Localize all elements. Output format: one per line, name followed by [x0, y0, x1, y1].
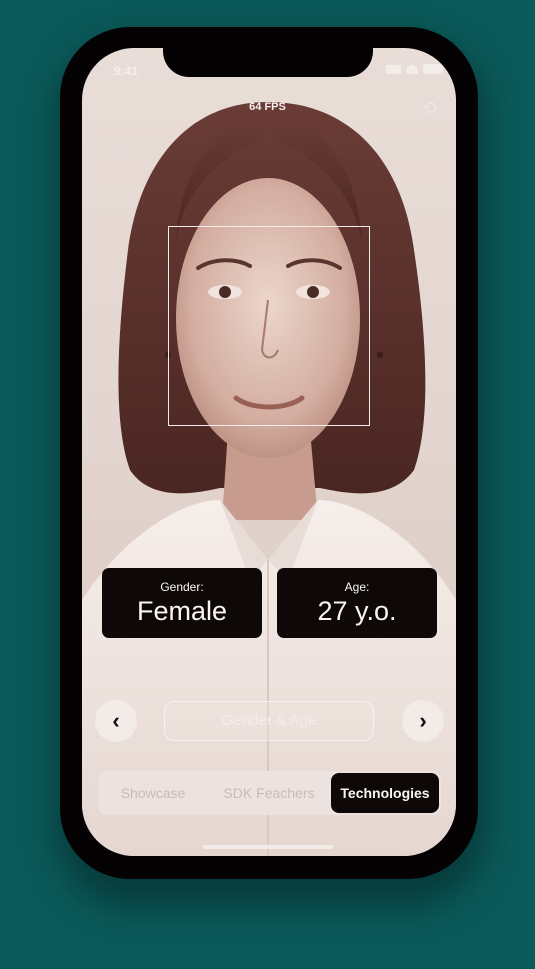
battery-icon	[423, 64, 443, 74]
tab-bar: Showcase SDK Feachers Technologies	[98, 771, 441, 815]
stage: 9:41 64 FPS ⟲ Gender: Female Age: 27 y.o…	[0, 0, 535, 969]
gender-label: Gender:	[160, 580, 204, 594]
gender-card: Gender: Female	[102, 568, 262, 638]
tab-sdk-features[interactable]: SDK Feachers	[208, 771, 330, 815]
previous-mode-button[interactable]: ‹	[95, 700, 137, 742]
gender-value: Female	[136, 596, 228, 626]
chevron-right-icon: ›	[419, 708, 427, 733]
status-time: 9:41	[114, 64, 139, 78]
signal-icon	[386, 64, 401, 74]
wifi-icon	[406, 64, 418, 74]
tab-showcase[interactable]: Showcase	[98, 771, 208, 815]
camera-switch-icon[interactable]: ⟲	[418, 95, 440, 121]
fps-counter: 64 FPS	[249, 101, 286, 113]
age-label: Age:	[344, 580, 370, 594]
age-value: 27 y.o.	[317, 596, 397, 626]
tab-technologies[interactable]: Technologies	[331, 773, 439, 813]
portrait-image	[82, 102, 456, 856]
notch	[163, 27, 373, 77]
chevron-left-icon: ‹	[112, 708, 120, 733]
mode-selector[interactable]: Gender & Age	[164, 701, 374, 741]
home-indicator	[203, 845, 333, 849]
face-detection-box	[168, 226, 370, 426]
status-icons	[386, 64, 443, 74]
age-card: Age: 27 y.o.	[277, 568, 437, 638]
next-mode-button[interactable]: ›	[402, 700, 444, 742]
